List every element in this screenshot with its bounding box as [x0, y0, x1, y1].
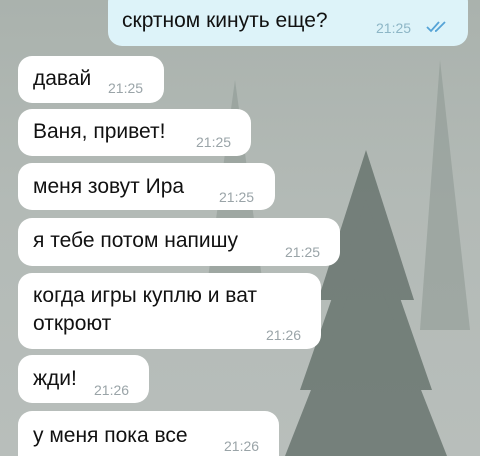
message-text: меня зовут Ира: [33, 175, 185, 198]
message-text: скртном кинуть еще?: [122, 9, 328, 32]
message-time: 21:26: [224, 438, 260, 454]
message-text: у меня пока все: [33, 424, 188, 447]
message-text: когда игры куплю и ват: [33, 284, 258, 307]
message-text: жди!: [33, 367, 77, 390]
incoming-message[interactable]: меня зовут Ира 21:25: [18, 163, 275, 210]
message-text: давай: [33, 67, 92, 90]
message-text: откроют: [33, 312, 112, 335]
incoming-message[interactable]: Ваня, привет! 21:25: [18, 109, 251, 156]
outgoing-message[interactable]: скртном кинуть еще? 21:25: [108, 0, 468, 46]
incoming-message[interactable]: я тебе потом напишу 21:25: [18, 218, 340, 266]
incoming-message[interactable]: у меня пока все 21:26: [18, 411, 279, 471]
message-time: 21:25: [219, 189, 255, 205]
message-time: 21:25: [376, 20, 412, 36]
incoming-message[interactable]: давай 21:25: [18, 56, 164, 103]
message-time: 21:25: [108, 80, 144, 96]
message-time: 21:25: [285, 244, 321, 260]
message-text: я тебе потом напишу: [33, 229, 238, 252]
incoming-message[interactable]: когда игры куплю и ват откроют 21:26: [18, 273, 321, 349]
message-time: 21:26: [266, 327, 302, 343]
message-time: 21:26: [94, 382, 130, 398]
double-check-icon: [426, 21, 446, 33]
message-time: 21:25: [196, 134, 232, 150]
incoming-message[interactable]: жди! 21:26: [18, 355, 149, 403]
message-text: Ваня, привет!: [33, 120, 166, 143]
